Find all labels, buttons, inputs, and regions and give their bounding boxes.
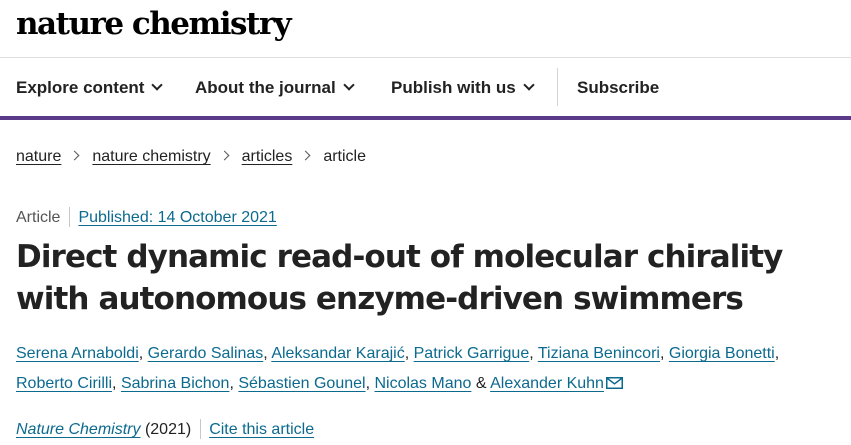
author-link[interactable]: Giorgia Bonetti <box>669 345 775 362</box>
article-type: Article <box>16 209 61 226</box>
author-separator: , <box>659 345 665 362</box>
breadcrumb: nature nature chemistry articles article <box>16 146 366 168</box>
author-separator: , <box>404 345 410 362</box>
author-link[interactable]: Aleksandar Karajić <box>271 345 404 362</box>
nav-accent-rule <box>0 116 851 120</box>
author-link[interactable]: Roberto Cirilli <box>16 375 112 392</box>
author-link[interactable]: Patrick Garrigue <box>414 345 530 362</box>
article-meta: Article Published: 14 October 2021 <box>16 206 277 229</box>
citation-line: Nature Chemistry (2021) Cite this article <box>16 418 314 441</box>
author-separator: , <box>365 375 371 392</box>
breadcrumb-current: article <box>323 148 367 165</box>
nav-item-label: About the journal <box>195 78 336 97</box>
chevron-down-icon <box>343 79 355 91</box>
chevron-right-icon <box>300 150 311 161</box>
breadcrumb-nature[interactable]: nature <box>16 148 61 165</box>
publication-year: (2021) <box>144 421 192 438</box>
author-link[interactable]: Nicolas Mano <box>374 375 471 392</box>
main-nav: Explore content About the journal Publis… <box>0 58 851 116</box>
author-separator: , <box>112 375 117 392</box>
journal-logo[interactable]: nature chemistry <box>16 4 292 44</box>
author-separator: , <box>529 345 534 362</box>
cite-this-article-link[interactable]: Cite this article <box>209 421 314 438</box>
article-title: Direct dynamic read-out of molecular chi… <box>16 239 783 317</box>
chevron-down-icon <box>523 79 535 91</box>
nav-about-journal[interactable]: About the journal <box>195 77 355 99</box>
author-link[interactable]: Sabrina Bichon <box>121 375 230 392</box>
published-date-link[interactable]: Published: 14 October 2021 <box>78 209 276 226</box>
author-list: Serena Arnaboldi, Gerardo Salinas, Aleks… <box>16 339 846 399</box>
nav-item-label: Explore content <box>16 78 145 97</box>
author-link[interactable]: Sébastien Gounel <box>238 375 365 392</box>
author-separator: , <box>774 345 780 362</box>
chevron-down-icon <box>151 79 164 91</box>
author-conjunction: & <box>475 375 487 392</box>
meta-divider <box>69 206 71 227</box>
meta-divider <box>200 418 202 439</box>
author-separator: , <box>263 345 268 362</box>
nav-divider <box>557 68 558 106</box>
breadcrumb-articles[interactable]: articles <box>242 148 293 165</box>
author-link-corresponding[interactable]: Alexander Kuhn <box>490 375 604 392</box>
nav-explore-content[interactable]: Explore content <box>16 77 164 99</box>
mail-icon[interactable] <box>605 377 623 389</box>
site-header: nature chemistry <box>0 0 851 58</box>
nav-item-label: Publish with us <box>391 78 516 97</box>
author-link[interactable]: Tiziana Benincori <box>538 345 660 362</box>
subscribe-link[interactable]: Subscribe <box>577 77 659 99</box>
breadcrumb-nature-chemistry[interactable]: nature chemistry <box>92 148 210 165</box>
nav-publish-with-us[interactable]: Publish with us <box>391 77 535 99</box>
journal-link[interactable]: Nature Chemistry <box>16 421 140 438</box>
author-separator: , <box>229 375 234 392</box>
author-link[interactable]: Serena Arnaboldi <box>16 345 139 362</box>
author-link[interactable]: Gerardo Salinas <box>148 345 264 362</box>
chevron-right-icon <box>69 150 80 161</box>
author-separator: , <box>138 345 144 362</box>
chevron-right-icon <box>219 150 230 161</box>
